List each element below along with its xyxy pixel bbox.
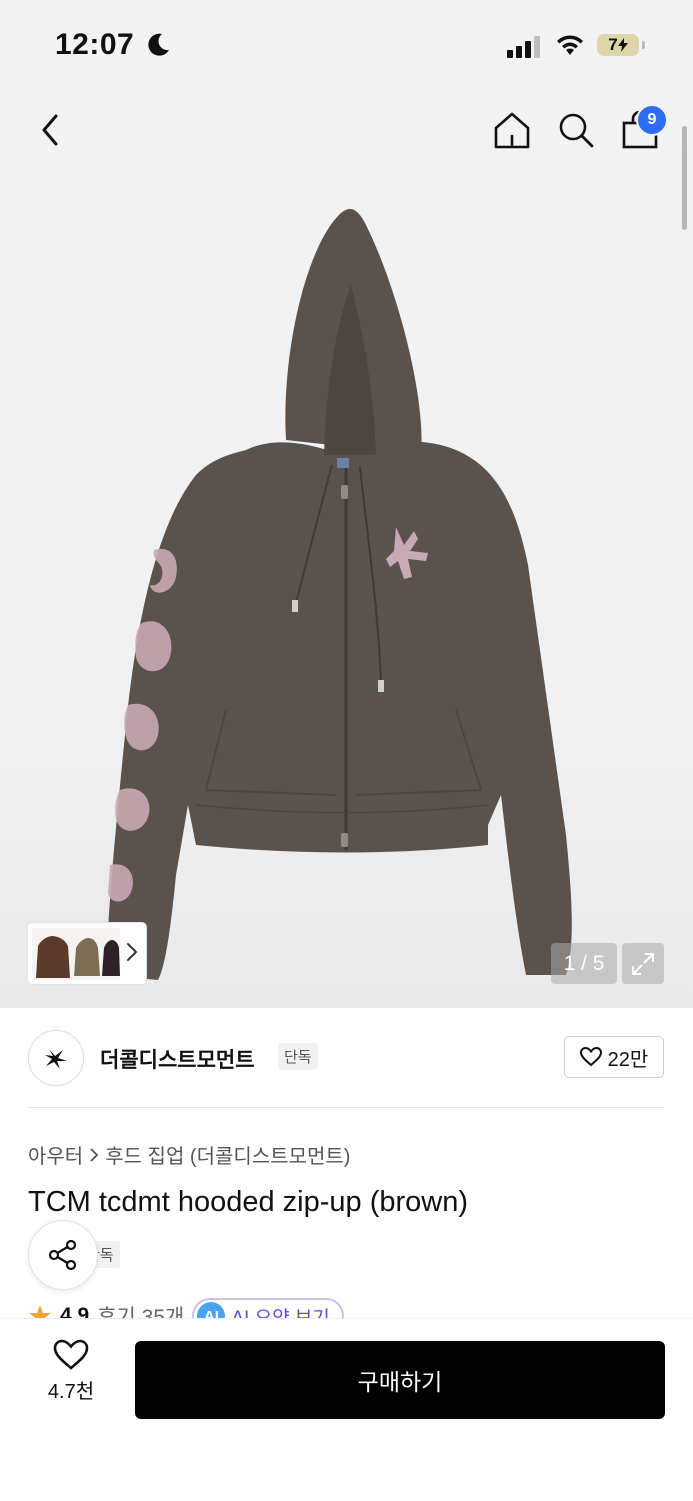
wishlist-count: 4.7천 — [47, 1381, 95, 1403]
chevron-right-icon — [90, 1147, 99, 1162]
home-icon[interactable] — [492, 110, 532, 150]
cart-count-badge: 9 — [636, 104, 668, 136]
thumbnail-strip[interactable] — [28, 923, 146, 984]
buy-button[interactable]: 구매하기 — [135, 1341, 665, 1419]
brand-name[interactable]: 더콜디스트모먼트 — [100, 1044, 255, 1074]
image-page-counter: 1 / 5 — [551, 943, 617, 984]
wishlist-button[interactable]: 4.7천 — [30, 1339, 112, 1419]
bottom-action-bar: 4.7천 구매하기 — [0, 1318, 693, 1501]
status-bar: 12:07 7 — [0, 0, 693, 92]
exclusive-badge: 단독 — [278, 1043, 318, 1070]
search-icon[interactable] — [556, 110, 596, 150]
product-image[interactable] — [96, 205, 596, 990]
brand-logo[interactable] — [28, 1030, 84, 1086]
signal-icon — [507, 36, 540, 58]
share-icon — [48, 1239, 77, 1271]
breadcrumb-category[interactable]: 아우터 — [28, 1140, 83, 1169]
expand-icon — [632, 952, 654, 975]
back-icon[interactable] — [34, 110, 68, 150]
battery-cap — [642, 41, 645, 49]
fullscreen-button[interactable] — [622, 943, 664, 984]
divider — [28, 1107, 665, 1108]
chevron-right-icon[interactable] — [126, 941, 138, 963]
moon-icon — [148, 33, 169, 56]
heart-icon — [579, 1047, 602, 1067]
battery-icon: 7 — [597, 34, 639, 56]
product-title: TCM tcdmt hooded zip-up (brown) — [28, 1186, 468, 1218]
breadcrumb-subcategory[interactable]: 후드 집업 (더콜디스트모먼트) — [105, 1140, 350, 1169]
brand-logo-icon — [45, 1049, 67, 1069]
heart-icon — [53, 1339, 89, 1370]
color-thumbnails[interactable] — [32, 927, 120, 980]
brand-like-button[interactable]: 22만 — [564, 1036, 664, 1078]
wifi-icon — [557, 35, 583, 55]
share-button[interactable] — [28, 1220, 98, 1290]
status-time: 12:07 — [55, 28, 135, 61]
charging-bolt-icon — [617, 38, 628, 52]
scrollbar[interactable] — [682, 126, 687, 230]
product-gallery[interactable]: 12:07 7 9 1 / 5 — [0, 0, 693, 1008]
breadcrumb: 아우터 후드 집업 (더콜디스트모먼트) — [28, 1140, 350, 1169]
battery-level: 7 — [608, 35, 618, 54]
brand-row[interactable]: 더콜디스트모먼트 단독 22만 — [28, 1030, 665, 1086]
brand-like-count: 22만 — [607, 1048, 649, 1071]
